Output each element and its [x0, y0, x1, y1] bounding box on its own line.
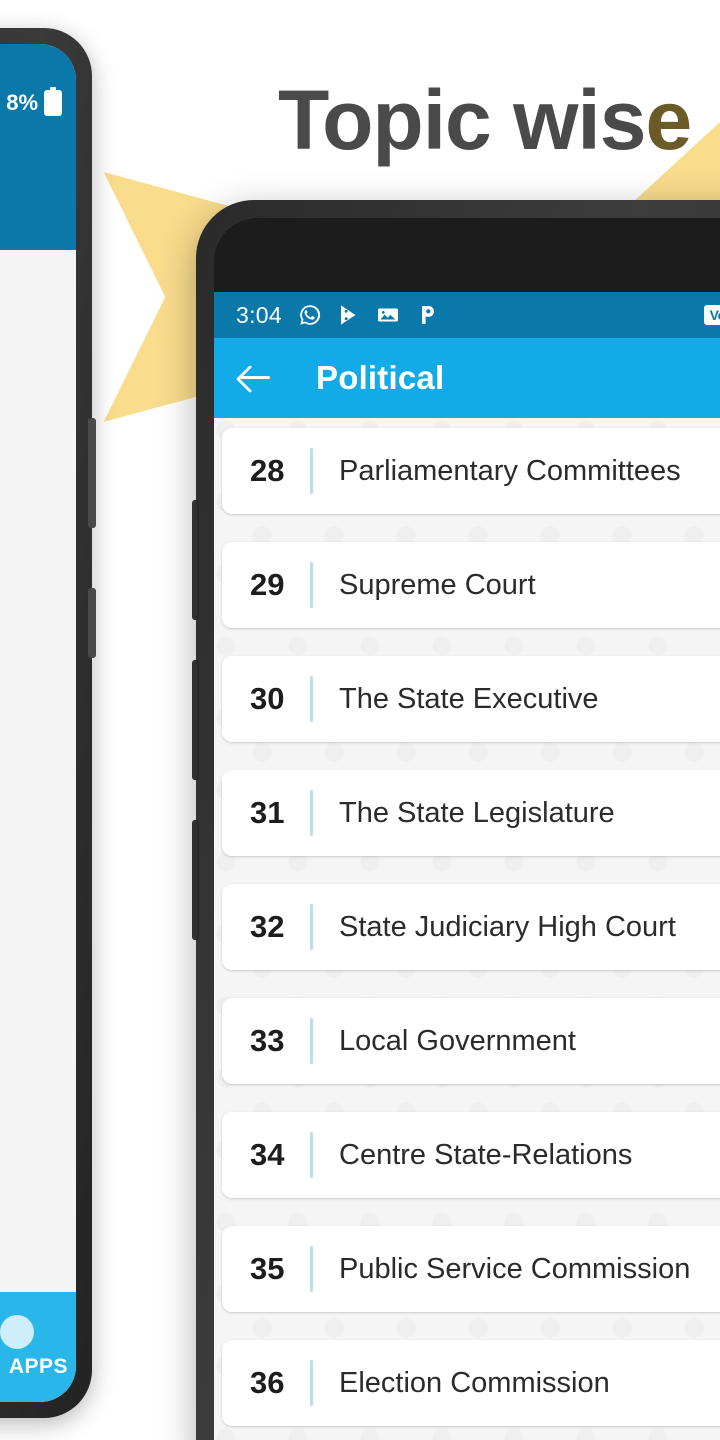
left-phone-screen: 8% and Qs) APPS: [0, 44, 76, 1402]
table-row[interactable]: 36Election Commission2: [222, 1340, 720, 1426]
topic-title: State Judiciary High Court: [339, 910, 676, 943]
row-divider: [310, 1132, 313, 1178]
row-divider: [310, 676, 313, 722]
topic-number: 28: [250, 453, 285, 488]
topic-number: 36: [250, 1365, 285, 1400]
main-phone-notch-area: [214, 218, 720, 292]
status-bar-system-icons: VoLTE2 x 98: [703, 302, 720, 329]
topic-list[interactable]: 28 Parliamentary Committees 29 Supreme Cour…: [214, 418, 720, 1440]
topic-title: The State Legislature: [339, 796, 615, 829]
volte-badge: VoLTE2: [703, 305, 720, 325]
row-divider: [310, 448, 313, 494]
headline-tail: e: [645, 73, 692, 167]
table-row[interactable]: 28 Parliamentary Committees: [222, 428, 720, 514]
gallery-icon: [377, 308, 398, 322]
topic-number: 34: [250, 1137, 285, 1172]
row-divider: [310, 1018, 313, 1064]
status-bar: 3:04 V: [214, 292, 720, 338]
row-divider: [310, 904, 313, 950]
apps-circle-icon: [0, 1315, 34, 1349]
left-bottom-nav-label: APPS: [8, 1355, 68, 1378]
headline-main: Topic wis: [278, 73, 646, 167]
left-app-bar: [0, 130, 76, 250]
table-row[interactable]: 33Local Government3: [222, 998, 720, 1084]
topic-number: 33: [250, 1023, 285, 1058]
topic-number: 29: [250, 567, 285, 602]
left-phone-mockup: 8% and Qs) APPS: [0, 28, 96, 1418]
main-phone-power-button: [192, 660, 199, 780]
left-bottom-nav[interactable]: APPS: [0, 1292, 76, 1402]
whatsapp-icon: [300, 305, 321, 325]
main-phone-extra-button: [192, 820, 199, 940]
left-status-bar: 8%: [0, 44, 76, 130]
topic-title: Local Government: [339, 1024, 576, 1057]
topic-number: 31: [250, 795, 285, 830]
table-row[interactable]: 32State Judiciary High Court2: [222, 884, 720, 970]
back-arrow-icon[interactable]: [236, 359, 274, 397]
status-bar-notification-icons: [298, 303, 439, 327]
left-phone-power-button: [88, 588, 96, 658]
topic-title: Election Commission: [339, 1366, 610, 1399]
row-divider: [310, 1360, 313, 1406]
table-row[interactable]: 34Centre State-Relations4: [222, 1112, 720, 1198]
status-bar-clock: 3:04: [236, 301, 282, 328]
page-title: Topic wise: [278, 72, 692, 168]
left-battery-percent: 8%: [6, 90, 38, 115]
main-phone-volume-button: [192, 500, 199, 620]
topic-number: 32: [250, 909, 285, 944]
row-divider: [310, 562, 313, 608]
topic-title: Centre State-Relations: [339, 1138, 633, 1171]
main-phone-mockup: 3:04 V Political 28 Parliamentary Commit…: [192, 200, 720, 1440]
topic-title: Parliamentary Committees: [339, 454, 681, 487]
topic-title: Supreme Court: [339, 568, 536, 601]
app-bar-title: Political: [316, 359, 445, 396]
table-row[interactable]: 31The State Legislature1: [222, 770, 720, 856]
promo-screenshot-stage: Topic wise 8% and Qs): [0, 0, 720, 1440]
battery-charging-icon: [44, 90, 62, 116]
topic-title: The State Executive: [339, 682, 599, 715]
topic-title: Public Service Commission: [339, 1252, 691, 1285]
p-app-icon: [421, 306, 434, 324]
row-divider: [310, 790, 313, 836]
table-row[interactable]: 29Supreme Court2: [222, 542, 720, 628]
play-store-icon: [340, 305, 356, 325]
left-phone-volume-button: [88, 418, 96, 528]
row-divider: [310, 1246, 313, 1292]
topic-number: 30: [250, 681, 285, 716]
topic-number: 35: [250, 1251, 285, 1286]
app-bar: Political: [214, 338, 720, 418]
left-battery-indicator: 8%: [6, 90, 62, 116]
table-row[interactable]: 30The State Executive2: [222, 656, 720, 742]
main-phone-screen: 3:04 V Political 28 Parliamentary Commit…: [214, 218, 720, 1440]
table-row[interactable]: 35 Public Service Commission: [222, 1226, 720, 1312]
left-list-area: and Qs) APPS: [0, 250, 76, 1402]
